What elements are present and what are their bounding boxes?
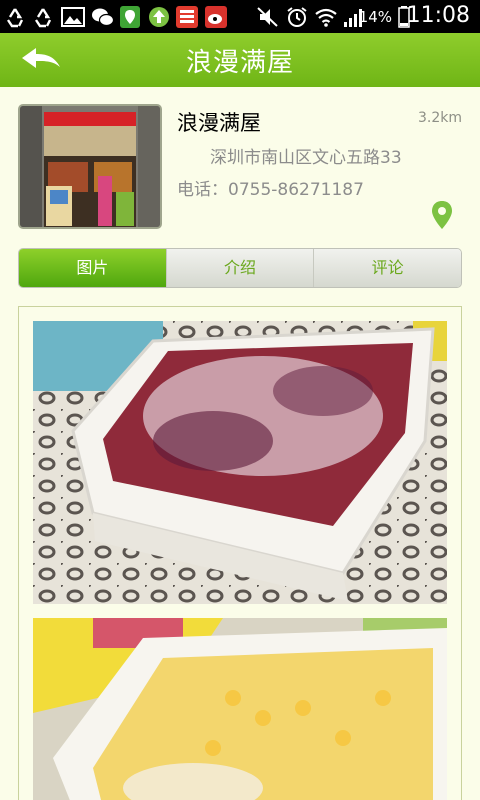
- clock: 11:08: [406, 3, 470, 28]
- gallery-icon: [61, 7, 85, 27]
- battery-percent: 14%: [358, 8, 392, 26]
- map-app-icon: [120, 6, 140, 28]
- tab-photos[interactable]: 图片: [19, 249, 166, 287]
- store-name: 浪漫满屋: [177, 111, 261, 135]
- tab-bar: 图片 介绍 评论: [18, 248, 462, 288]
- status-bar: 14% 11:08: [0, 0, 480, 33]
- store-address: 深圳市南山区文心五路33: [210, 148, 402, 168]
- photo-gallery: [18, 306, 462, 800]
- map-pin-icon[interactable]: [430, 200, 454, 230]
- wifi-icon: [315, 8, 337, 27]
- store-photo[interactable]: [18, 104, 162, 229]
- page-title: 浪漫满屋: [185, 48, 294, 78]
- upload-icon: [149, 7, 169, 27]
- tab-intro[interactable]: 介绍: [165, 249, 314, 287]
- news-icon: [176, 6, 198, 28]
- dessert-photo[interactable]: [33, 321, 447, 604]
- dessert-photo[interactable]: [33, 618, 447, 800]
- recycle-icon: [35, 8, 52, 28]
- distance-label: 3.2km: [417, 110, 462, 126]
- wechat-icon: [92, 8, 115, 27]
- tab-reviews[interactable]: 评论: [313, 249, 461, 287]
- weibo-icon: [205, 6, 227, 28]
- title-bar: 浪漫满屋: [0, 33, 480, 87]
- store-phone[interactable]: 电话：0755-86271187: [177, 175, 364, 200]
- mute-icon: [257, 7, 278, 27]
- alarm-icon: [287, 7, 307, 27]
- recycle-icon: [7, 8, 24, 28]
